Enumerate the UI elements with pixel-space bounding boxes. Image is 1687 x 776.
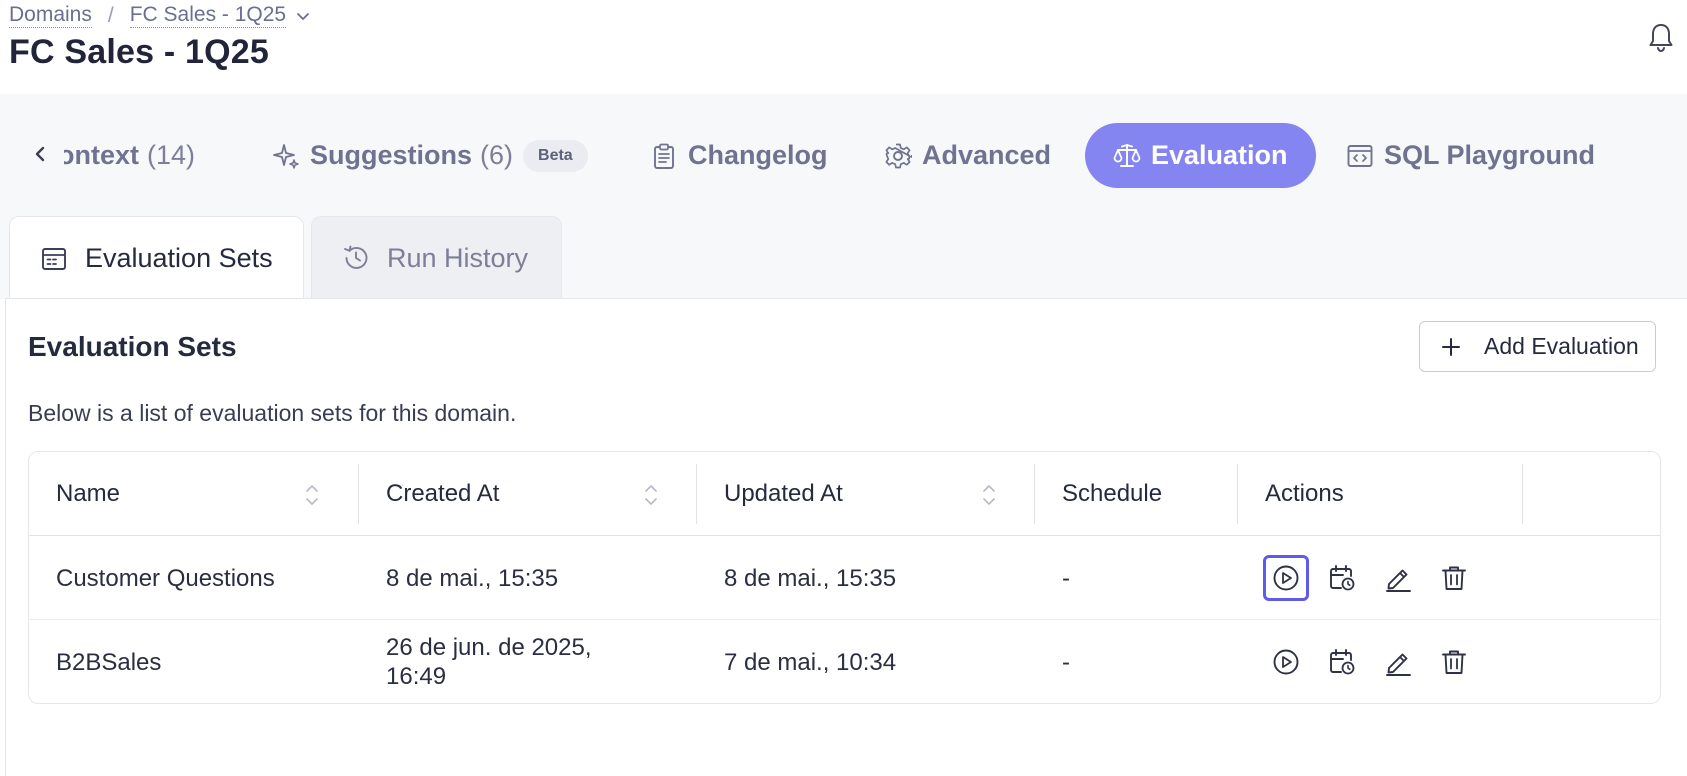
cell-created-at-time: 16:49 [386,663,447,690]
sparkle-icon [272,142,300,170]
cell-created-at: 26 de jun. de 2025, 16:49 [386,620,592,703]
schedule-icon [1330,649,1355,675]
run-icon [1273,565,1299,591]
cell-updated-at: 7 de mai., 10:34 [724,648,897,676]
scroll-left-icon[interactable] [26,140,54,168]
page-title: FC Sales - 1Q25 [9,33,270,71]
tab-sql-playground-label: SQL Playground [1384,140,1596,170]
schedule-button[interactable] [1319,555,1365,601]
run-button[interactable] [1263,555,1309,601]
evaluation-sets-panel: Evaluation Sets Add Evaluation Below is … [5,298,1687,776]
column-divider [358,464,359,524]
tab-suggestions-count: (6) [480,140,514,170]
edit-icon [1386,569,1411,592]
column-divider [696,464,697,524]
delete-button[interactable] [1431,555,1477,601]
column-divider [1237,464,1238,524]
scale-icon [1113,142,1141,170]
sort-icon[interactable] [642,480,660,510]
cell-created-at: 8 de mai., 15:35 [386,564,559,592]
tab-advanced[interactable]: Advanced [884,123,1051,188]
cell-updated-at: 8 de mai., 15:35 [724,564,897,592]
column-header-created-at[interactable]: Created At [386,452,499,536]
row-actions [1263,536,1487,620]
add-evaluation-button[interactable]: Add Evaluation [1419,321,1656,372]
breadcrumb-domains-link[interactable]: Domains [9,3,92,28]
evaluation-subtabs: Evaluation Sets Run History [0,216,1687,300]
edit-button[interactable] [1375,639,1421,685]
schedule-button[interactable] [1319,639,1365,685]
plus-icon [1440,336,1462,358]
subtab-run-history-label: Run History [387,242,529,273]
history-icon [341,243,371,273]
chevron-down-icon[interactable] [294,7,312,25]
tab-suggestions-label: Suggestions [310,140,473,170]
tab-advanced-label: Advanced [922,140,1052,170]
cell-schedule: - [1062,564,1070,592]
bell-icon[interactable] [1646,21,1676,53]
breadcrumb-current-domain[interactable]: FC Sales - 1Q25 [129,3,287,28]
beta-badge: Beta [523,139,588,172]
column-divider [1034,464,1035,524]
edit-icon [1386,653,1411,676]
sort-icon[interactable] [303,480,321,510]
tab-sql-playground[interactable]: SQL Playground [1346,123,1595,188]
cell-schedule: - [1062,648,1070,676]
page-header: Domains / FC Sales - 1Q25 FC Sales - 1Q2… [0,0,1687,94]
subtab-evaluation-sets[interactable]: Evaluation Sets [9,216,304,300]
cell-name: B2BSales [56,648,162,676]
domain-tab-bar: ontext (14) Suggestions (6) Beta Changel… [0,94,1687,216]
evaluation-sets-table: Name Created At Updated At Schedule Acti… [28,451,1661,704]
section-description: Below is a list of evaluation sets for t… [28,400,517,426]
tab-context-label: ontext [64,140,139,170]
breadcrumb-separator: / [107,3,114,27]
delete-button[interactable] [1431,639,1477,685]
breadcrumb: Domains / FC Sales - 1Q25 [9,3,312,28]
delete-icon [1442,650,1466,674]
sort-icon[interactable] [980,480,998,510]
add-evaluation-label: Add Evaluation [1484,333,1639,359]
row-actions [1263,620,1487,703]
column-header-name[interactable]: Name [56,452,120,536]
tab-changelog[interactable]: Changelog [650,123,828,188]
tab-context[interactable]: ontext (14) [64,123,195,188]
column-header-updated-at[interactable]: Updated At [724,452,843,536]
run-icon [1273,649,1299,675]
column-header-actions: Actions [1265,480,1344,507]
edit-button[interactable] [1375,555,1421,601]
table-row: B2BSales 26 de jun. de 2025, 16:49 7 de … [29,620,1660,703]
table-icon [39,244,69,274]
delete-icon [1442,566,1466,590]
section-title: Evaluation Sets [28,331,237,362]
domain-tabs-viewport: ontext (14) Suggestions (6) Beta Changel… [64,94,1687,216]
tab-evaluation[interactable]: Evaluation [1085,123,1316,188]
tab-suggestions[interactable]: Suggestions (6) Beta [272,123,588,188]
schedule-icon [1330,565,1355,591]
table-header: Name Created At Updated At Schedule Acti… [29,452,1660,536]
column-divider [1522,464,1523,524]
cell-created-at-date: 26 de jun. de 2025, [386,634,592,661]
column-header-schedule: Schedule [1062,480,1163,507]
tab-evaluation-label: Evaluation [1151,140,1288,170]
run-button[interactable] [1263,639,1309,685]
tab-context-count: (14) [147,140,196,170]
clipboard-icon [650,142,678,170]
cell-name: Customer Questions [56,564,275,592]
gear-icon [884,142,912,170]
tab-changelog-label: Changelog [688,140,828,170]
subtab-run-history[interactable]: Run History [311,216,562,299]
subtab-evaluation-sets-label: Evaluation Sets [85,243,273,273]
code-window-icon [1346,142,1374,170]
table-row: Customer Questions 8 de mai., 15:35 8 de… [29,536,1660,620]
